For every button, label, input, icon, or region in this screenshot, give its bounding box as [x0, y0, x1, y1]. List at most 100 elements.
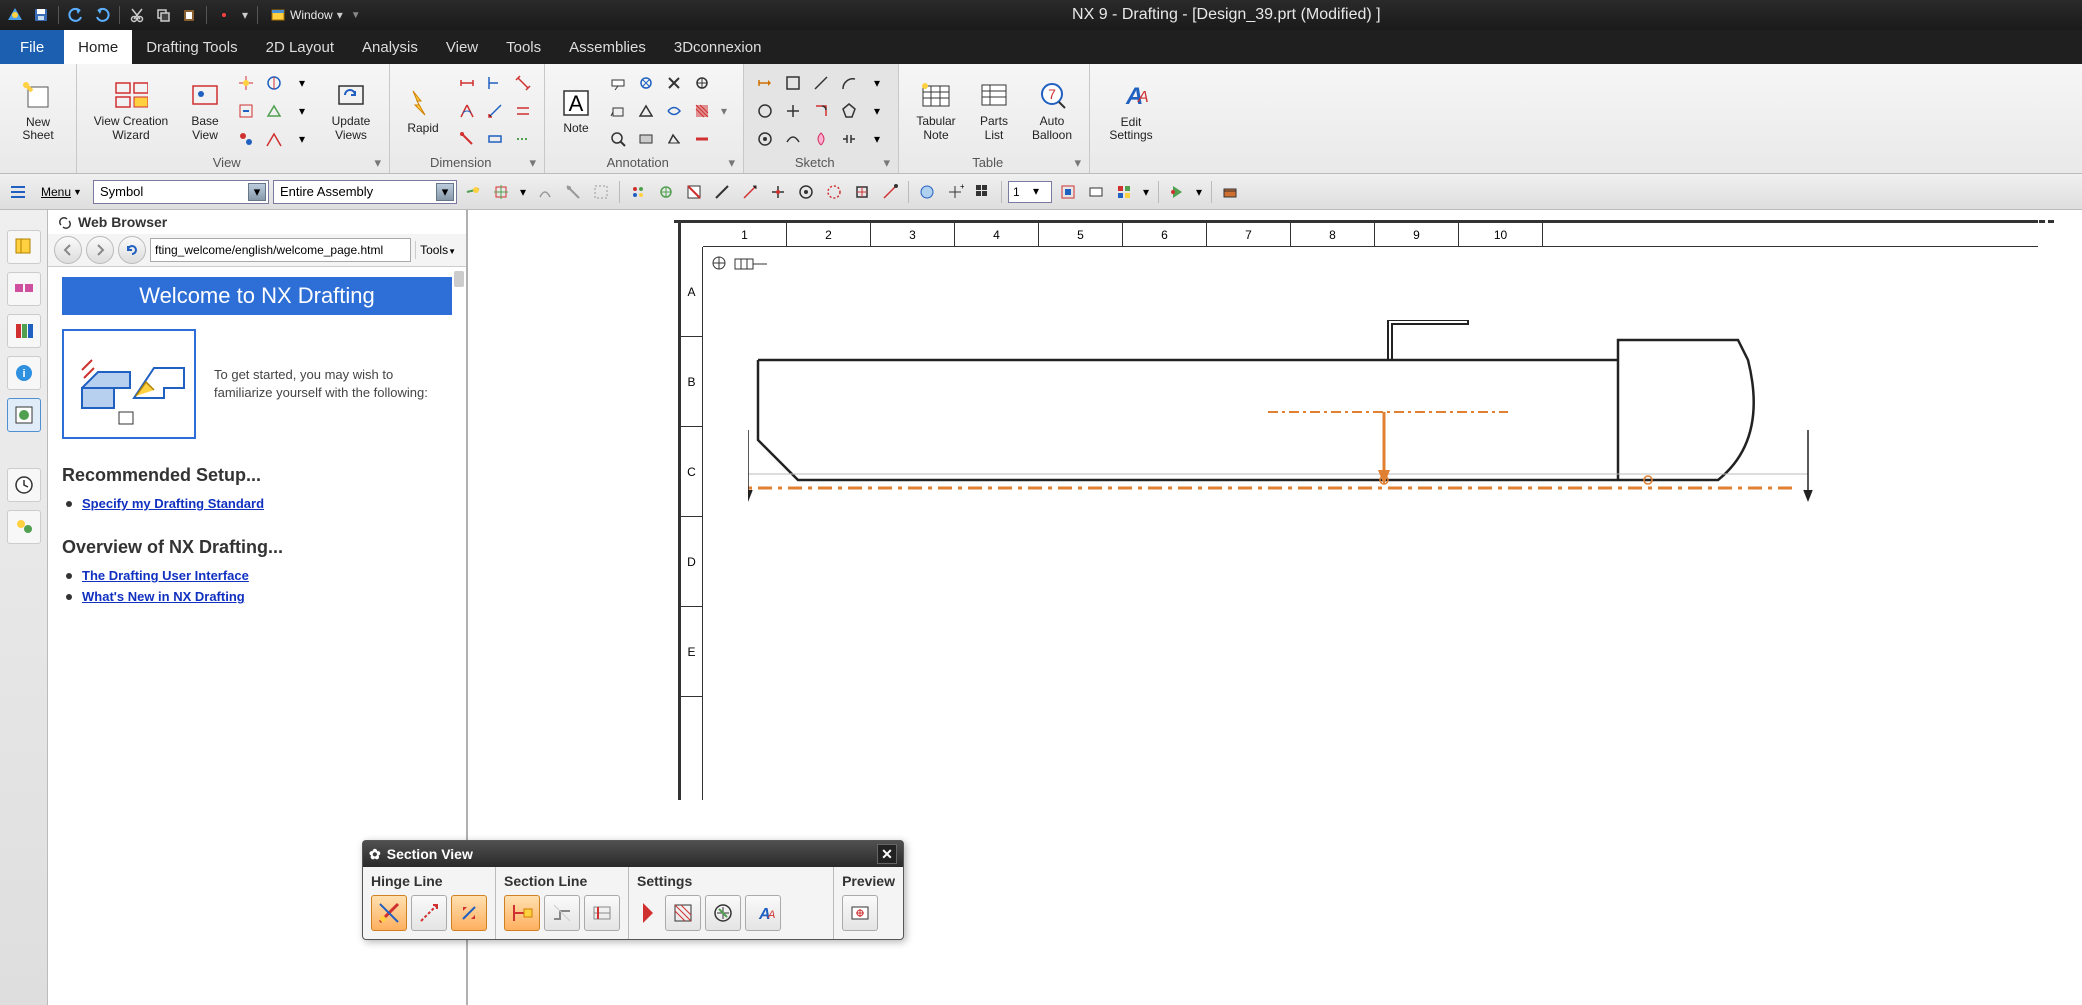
sm-view-1[interactable] — [233, 70, 259, 96]
rapid-button[interactable]: Rapid — [398, 71, 448, 151]
tab-3dconnexion[interactable]: 3Dconnexion — [660, 30, 776, 64]
sm-ann-9[interactable] — [605, 126, 631, 152]
sm-sk-1[interactable] — [752, 70, 778, 96]
tb-i7[interactable] — [654, 180, 678, 204]
tab-home[interactable]: Home — [64, 30, 132, 64]
sm-view-4[interactable] — [233, 98, 259, 124]
sketch-group-launcher[interactable]: ▾ — [883, 155, 890, 171]
sm-sk-3[interactable] — [808, 70, 834, 96]
dimension-group-launcher[interactable]: ▾ — [529, 155, 536, 171]
sm-ann-1[interactable] — [605, 70, 631, 96]
scale-number-input[interactable]: 1 ▾ — [1008, 181, 1052, 203]
tab-tools[interactable]: Tools — [492, 30, 555, 64]
sm-sk-10[interactable] — [780, 126, 806, 152]
browser-refresh-button[interactable] — [118, 236, 146, 264]
tb-i17[interactable]: + — [943, 180, 967, 204]
sm-sk-5[interactable] — [752, 98, 778, 124]
rail-hd3d[interactable]: i — [7, 356, 41, 390]
section-view-dialog[interactable]: ✿ Section View ✕ Hinge Line Section Line… — [362, 840, 904, 940]
redo-icon[interactable] — [91, 4, 113, 26]
sm-sk-12[interactable] — [836, 126, 862, 152]
tab-analysis[interactable]: Analysis — [348, 30, 432, 64]
section-simple-button[interactable] — [504, 895, 540, 931]
tb-i21[interactable] — [1112, 180, 1136, 204]
base-view-button[interactable]: Base View — [183, 71, 227, 151]
sm-sk-8[interactable] — [836, 98, 862, 124]
tb-i21-dd[interactable]: ▾ — [1140, 180, 1152, 204]
hinge-reverse-button[interactable] — [451, 895, 487, 931]
browser-back-button[interactable] — [54, 236, 82, 264]
sm-ann-12[interactable] — [689, 126, 715, 152]
tb-i1[interactable] — [461, 180, 485, 204]
copy-icon[interactable] — [152, 4, 174, 26]
sm-view-7[interactable] — [233, 126, 259, 152]
preview-button[interactable] — [842, 895, 878, 931]
touch-icon[interactable] — [213, 4, 235, 26]
hinge-inferred-button[interactable] — [371, 895, 407, 931]
rail-reuse-library[interactable] — [7, 314, 41, 348]
sm-ann-6[interactable] — [633, 98, 659, 124]
menu-dropdown[interactable]: Menu ▼ — [34, 182, 89, 202]
scrollbar-thumb[interactable] — [454, 271, 464, 287]
dialog-close-button[interactable]: ✕ — [877, 844, 897, 864]
sm-view-3[interactable]: ▾ — [289, 70, 315, 96]
tb-i9[interactable] — [710, 180, 734, 204]
sm-sk-dd2[interactable]: ▾ — [864, 98, 890, 124]
sm-view-5[interactable] — [261, 98, 287, 124]
rail-roles[interactable] — [7, 510, 41, 544]
tb-i15[interactable] — [878, 180, 902, 204]
sm-ann-10[interactable] — [633, 126, 659, 152]
tb-i22[interactable] — [1165, 180, 1189, 204]
dialog-title-bar[interactable]: ✿ Section View ✕ — [363, 841, 903, 867]
settings-nonsectioned-button[interactable] — [665, 895, 701, 931]
selection-filter-combo[interactable]: Symbol ▾ — [93, 180, 269, 204]
rail-history[interactable] — [7, 468, 41, 502]
tb-i18[interactable] — [971, 180, 995, 204]
browser-tools-link[interactable]: Tools▼ — [415, 241, 460, 259]
sm-dim-3[interactable] — [510, 70, 536, 96]
sm-sk-dd3[interactable]: ▾ — [864, 126, 890, 152]
nx-logo-icon[interactable] — [4, 4, 26, 26]
sm-ann-8[interactable] — [689, 98, 715, 124]
tb-i11[interactable] — [766, 180, 790, 204]
sm-sk-2[interactable] — [780, 70, 806, 96]
tb-i20[interactable] — [1084, 180, 1108, 204]
tab-2d-layout[interactable]: 2D Layout — [252, 30, 348, 64]
auto-balloon-button[interactable]: 7 Auto Balloon — [1023, 71, 1081, 151]
sm-view-8[interactable] — [261, 126, 287, 152]
sm-sk-6[interactable] — [780, 98, 806, 124]
section-stepped-button[interactable] — [544, 895, 580, 931]
cut-icon[interactable] — [126, 4, 148, 26]
tab-drafting-tools[interactable]: Drafting Tools — [132, 30, 251, 64]
save-icon[interactable] — [30, 4, 52, 26]
sm-dim-9[interactable] — [510, 126, 536, 152]
tb-i2-dd[interactable]: ▾ — [517, 180, 529, 204]
sm-sk-9[interactable] — [752, 126, 778, 152]
view-creation-wizard-button[interactable]: View Creation Wizard — [85, 71, 177, 151]
drafting-ui-link[interactable]: The Drafting User Interface — [82, 568, 249, 583]
tab-view[interactable]: View — [432, 30, 492, 64]
sm-view-2[interactable] — [261, 70, 287, 96]
annotation-group-launcher[interactable]: ▾ — [728, 155, 735, 171]
settings-orientation-button[interactable] — [637, 895, 661, 931]
tb-i14[interactable] — [850, 180, 874, 204]
tb-i2[interactable] — [489, 180, 513, 204]
sm-sk-11[interactable] — [808, 126, 834, 152]
annotation-more[interactable]: ▾ — [721, 104, 735, 118]
new-sheet-button[interactable]: New Sheet — [8, 71, 68, 151]
tb-i13[interactable] — [822, 180, 846, 204]
settings-style-button[interactable]: AA — [745, 895, 781, 931]
rail-part-navigator[interactable] — [7, 230, 41, 264]
tab-assemblies[interactable]: Assemblies — [555, 30, 660, 64]
sm-dim-1[interactable] — [454, 70, 480, 96]
sm-dim-5[interactable] — [482, 98, 508, 124]
sm-sk-4[interactable] — [836, 70, 862, 96]
sm-sk-7[interactable] — [808, 98, 834, 124]
table-group-launcher[interactable]: ▾ — [1074, 155, 1081, 171]
tb-i8[interactable] — [682, 180, 706, 204]
sm-dim-2[interactable] — [482, 70, 508, 96]
sm-dim-6[interactable] — [510, 98, 536, 124]
window-menu[interactable]: Window ▾ ▼ — [264, 7, 367, 23]
browser-forward-button[interactable] — [86, 236, 114, 264]
specify-drafting-standard-link[interactable]: Specify my Drafting Standard — [82, 496, 264, 511]
